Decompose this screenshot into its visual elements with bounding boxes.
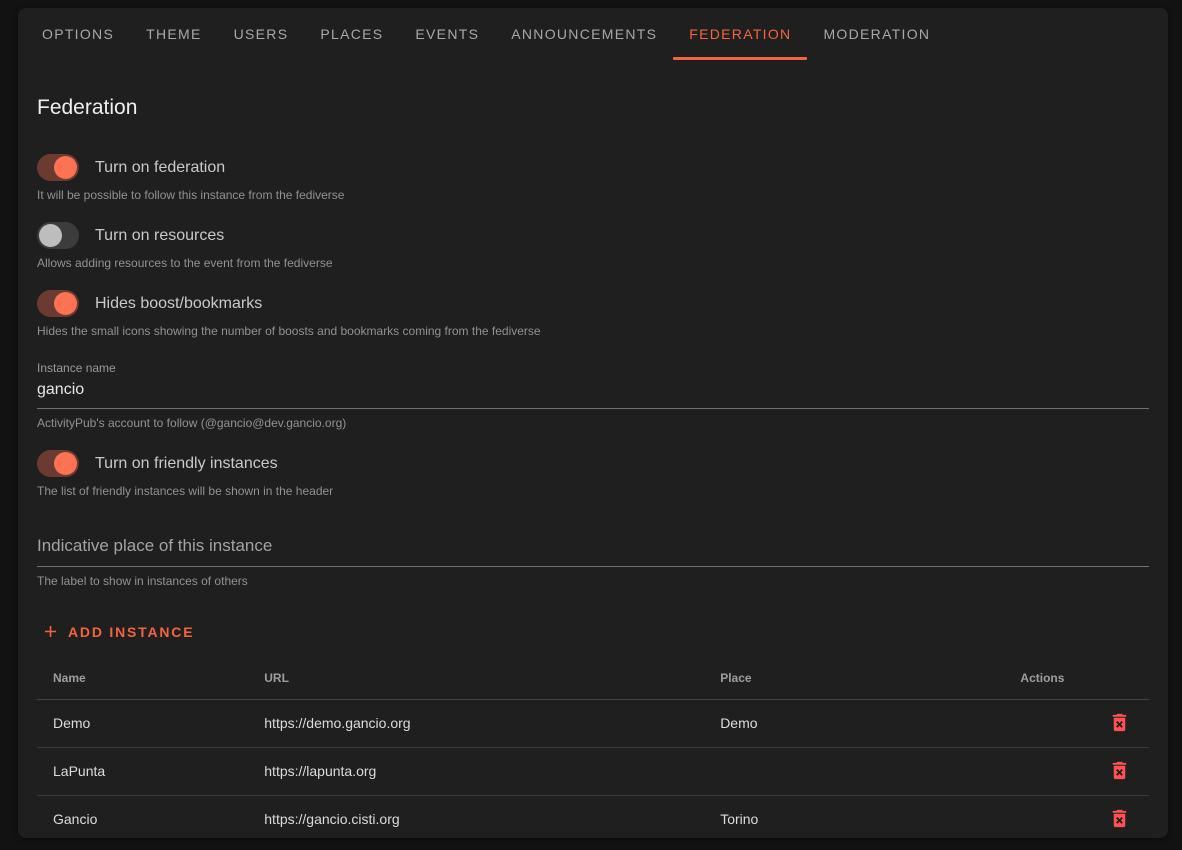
instance-place-input[interactable] <box>37 534 1149 567</box>
instance-name: LaPunta <box>37 747 248 795</box>
tab-places[interactable]: PLACES <box>304 8 399 60</box>
table-header-row: Name URL Place Actions <box>37 657 1149 699</box>
boost-toggle-row: Hides boost/bookmarks <box>37 290 1149 317</box>
table-row: Demo https://demo.gancio.org Demo <box>37 699 1149 747</box>
boost-toggle-label: Hides boost/bookmarks <box>95 295 262 313</box>
add-instance-label: ADD INSTANCE <box>68 624 194 640</box>
plus-icon <box>41 622 60 641</box>
resources-toggle-label: Turn on resources <box>95 227 224 245</box>
federation-toggle-hint: It will be possible to follow this insta… <box>37 188 1149 202</box>
instance-url: https://gancio.cisti.org <box>248 795 704 843</box>
trash-delete-icon <box>1108 722 1131 737</box>
tab-federation[interactable]: FEDERATION <box>673 8 807 60</box>
resources-toggle[interactable] <box>37 222 79 249</box>
column-header-place: Place <box>704 657 1004 699</box>
add-instance-button[interactable]: ADD INSTANCE <box>37 616 198 647</box>
instance-place-field <box>37 534 1149 567</box>
tab-users[interactable]: USERS <box>218 8 305 60</box>
friendly-toggle-hint: The list of friendly instances will be s… <box>37 484 1149 498</box>
instance-place: Torino <box>704 795 1004 843</box>
column-header-url: URL <box>248 657 704 699</box>
instance-name-field: Instance name <box>37 361 1149 409</box>
instance-place: Demo <box>704 699 1004 747</box>
federation-toggle-row: Turn on federation <box>37 154 1149 181</box>
instance-url: https://lapunta.org <box>248 747 704 795</box>
friendly-toggle-label: Turn on friendly instances <box>95 455 278 473</box>
page-title: Federation <box>37 94 1149 122</box>
trash-delete-icon <box>1108 818 1131 833</box>
boost-toggle-hint: Hides the small icons showing the number… <box>37 324 1149 338</box>
instance-name: Demo <box>37 699 248 747</box>
tab-announcements[interactable]: ANNOUNCEMENTS <box>495 8 673 60</box>
admin-tabs: OPTIONS THEME USERS PLACES EVENTS ANNOUN… <box>18 8 1168 60</box>
column-header-actions: Actions <box>1004 657 1149 699</box>
delete-instance-button[interactable] <box>1106 805 1133 832</box>
delete-instance-button[interactable] <box>1106 757 1133 784</box>
delete-instance-button[interactable] <box>1106 709 1133 736</box>
tab-events[interactable]: EVENTS <box>399 8 495 60</box>
instance-name-label: Instance name <box>37 361 1149 375</box>
federation-toggle[interactable] <box>37 154 79 181</box>
toggle-thumb <box>54 452 77 475</box>
instances-table: Name URL Place Actions Demo https://demo… <box>37 657 1149 843</box>
friendly-toggle[interactable] <box>37 450 79 477</box>
boost-toggle[interactable] <box>37 290 79 317</box>
instance-name-hint: ActivityPub's account to follow (@gancio… <box>37 416 1149 430</box>
tab-moderation[interactable]: MODERATION <box>807 8 946 60</box>
instance-url: https://demo.gancio.org <box>248 699 704 747</box>
resources-toggle-row: Turn on resources <box>37 222 1149 249</box>
tab-options[interactable]: OPTIONS <box>26 8 130 60</box>
federation-toggle-label: Turn on federation <box>95 159 225 177</box>
friendly-toggle-row: Turn on friendly instances <box>37 450 1149 477</box>
column-header-name: Name <box>37 657 248 699</box>
table-row: Gancio https://gancio.cisti.org Torino <box>37 795 1149 843</box>
toggle-thumb <box>39 224 62 247</box>
instance-name-input[interactable] <box>37 379 1149 409</box>
toggle-thumb <box>54 156 77 179</box>
trash-delete-icon <box>1108 770 1131 785</box>
instance-place-hint: The label to show in instances of others <box>37 574 1149 588</box>
admin-panel: OPTIONS THEME USERS PLACES EVENTS ANNOUN… <box>18 8 1168 838</box>
toggle-thumb <box>54 292 77 315</box>
table-row: LaPunta https://lapunta.org <box>37 747 1149 795</box>
federation-settings: Federation Turn on federation It will be… <box>18 94 1168 843</box>
instance-place <box>704 747 1004 795</box>
instance-name: Gancio <box>37 795 248 843</box>
tab-theme[interactable]: THEME <box>130 8 218 60</box>
resources-toggle-hint: Allows adding resources to the event fro… <box>37 256 1149 270</box>
